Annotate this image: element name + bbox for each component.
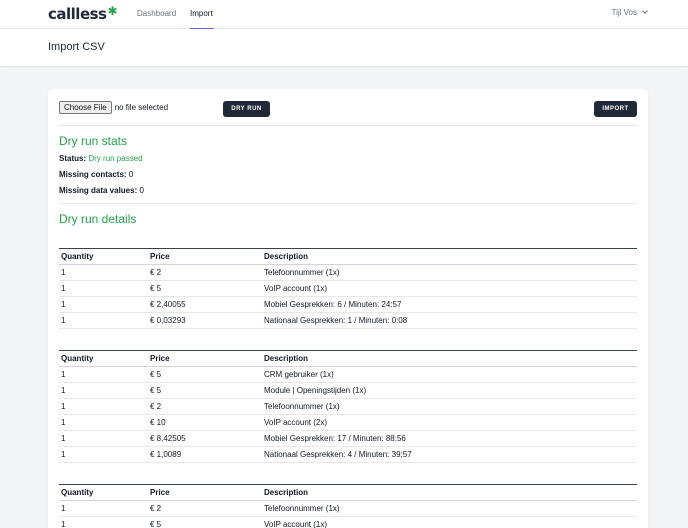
column-header-quantity: Quantity	[59, 484, 148, 501]
top-navbar: callless✱ Dashboard Import Tijl Vos	[0, 0, 688, 29]
user-name: Tijl Vos	[611, 8, 638, 17]
dry-run-stats-heading: Dry run stats	[59, 134, 128, 148]
price-cell: € 0,03293	[148, 312, 262, 329]
column-header-price: Price	[148, 248, 262, 265]
chevron-down-icon	[642, 8, 648, 14]
quantity-cell: 1	[59, 398, 148, 415]
price-cell: € 2	[148, 264, 262, 281]
table-row: 1 € 2 Telefoonnummer (1x)	[59, 398, 637, 415]
asterisk-icon: ✱	[107, 4, 118, 18]
price-cell: € 10	[148, 414, 262, 431]
column-header-quantity: Quantity	[59, 248, 148, 265]
table-row: 1 € 5 Module | Openingstijden (1x)	[59, 382, 637, 399]
table-row: 1 € 5 VoIP account (1x)	[59, 516, 637, 528]
column-header-price: Price	[148, 350, 262, 367]
description-cell: VoIP account (1x)	[262, 280, 637, 297]
table-row: 1 € 5 VoIP account (1x)	[59, 280, 637, 297]
choose-file-button[interactable]: Choose File	[59, 101, 112, 114]
column-header-description: Description	[262, 248, 637, 265]
details-table-3: Quantity Price Description 1 € 2 Telefoonn…	[59, 484, 637, 528]
details-table-1: Quantity Price Description 1 € 2 Telefoonn…	[59, 248, 637, 329]
logo-text: callless	[48, 5, 107, 23]
table-header-row: Quantity Price Description	[59, 350, 637, 367]
description-cell: VoIP account (2x)	[262, 414, 637, 431]
price-cell: € 1,0089	[148, 446, 262, 463]
price-cell: € 5	[148, 366, 262, 383]
table-row: 1 € 2,40055 Mobiel Gesprekken: 6 / Minuten…	[59, 296, 637, 313]
description-cell: Telefoonnummer (1x)	[262, 264, 637, 281]
description-cell: Mobiel Gesprekken: 17 / Minuten: 88:56	[262, 430, 637, 447]
missing-data-line: Missing data values: 0	[59, 186, 144, 195]
quantity-cell: 1	[59, 264, 148, 281]
price-cell: € 5	[148, 516, 262, 528]
import-button[interactable]: IMPORT	[594, 101, 637, 117]
description-cell: VoIP account (1x)	[262, 516, 637, 528]
missing-contacts-label: Missing contacts:	[59, 170, 127, 179]
missing-data-label: Missing data values:	[59, 186, 138, 195]
price-cell: € 5	[148, 280, 262, 297]
column-header-quantity: Quantity	[59, 350, 148, 367]
table-row: 1 € 10 VoIP account (2x)	[59, 414, 637, 431]
description-cell: CRM gebruiker (1x)	[262, 366, 637, 383]
dry-run-details-heading: Dry run details	[59, 212, 137, 226]
status-label: Status:	[59, 154, 87, 163]
page-header: Import CSV	[0, 29, 688, 66]
description-cell: Telefoonnummer (1x)	[262, 398, 637, 415]
import-card: Choose File no file selected DRY RUN IMP…	[48, 89, 648, 528]
price-cell: € 2	[148, 398, 262, 415]
details-table-2: Quantity Price Description 1 € 5 CRM gebru…	[59, 350, 637, 463]
table-header-row: Quantity Price Description	[59, 248, 637, 265]
divider	[59, 125, 637, 126]
divider	[59, 203, 637, 204]
dry-run-button[interactable]: DRY RUN	[223, 101, 270, 117]
price-cell: € 2	[148, 500, 262, 517]
user-menu[interactable]: Tijl Vos	[612, 8, 648, 17]
description-cell: Module | Openingstijden (1x)	[262, 382, 637, 399]
quantity-cell: 1	[59, 516, 148, 528]
quantity-cell: 1	[59, 414, 148, 431]
column-header-description: Description	[262, 350, 637, 367]
price-cell: € 8,42505	[148, 430, 262, 447]
table-header-row: Quantity Price Description	[59, 484, 637, 501]
file-input[interactable]: Choose File no file selected	[59, 101, 168, 114]
quantity-cell: 1	[59, 312, 148, 329]
missing-data-value: 0	[139, 186, 144, 195]
table-row: 1 € 0,03293 Nationaal Gesprekken: 1 / Minu…	[59, 312, 637, 329]
column-header-price: Price	[148, 484, 262, 501]
description-cell: Telefoonnummer (1x)	[262, 500, 637, 517]
price-cell: € 5	[148, 382, 262, 399]
quantity-cell: 1	[59, 382, 148, 399]
missing-contacts-line: Missing contacts: 0	[59, 170, 133, 179]
table-row: 1 € 1,0089 Nationaal Gesprekken: 4 / Minut…	[59, 446, 637, 463]
table-row: 1 € 5 CRM gebruiker (1x)	[59, 366, 637, 383]
quantity-cell: 1	[59, 280, 148, 297]
column-header-description: Description	[262, 484, 637, 501]
file-status: no file selected	[114, 103, 169, 112]
price-cell: € 2,40055	[148, 296, 262, 313]
quantity-cell: 1	[59, 296, 148, 313]
description-cell: Mobiel Gesprekken: 6 / Minuten: 24:57	[262, 296, 637, 313]
callless-logo[interactable]: callless✱	[48, 4, 118, 23]
quantity-cell: 1	[59, 500, 148, 517]
status-line: Status: Dry run passed	[59, 154, 143, 163]
description-cell: Nationaal Gesprekken: 4 / Minuten: 39:57	[262, 446, 637, 463]
quantity-cell: 1	[59, 366, 148, 383]
quantity-cell: 1	[59, 446, 148, 463]
table-row: 1 € 2 Telefoonnummer (1x)	[59, 500, 637, 517]
description-cell: Nationaal Gesprekken: 1 / Minuten: 0:08	[262, 312, 637, 329]
status-value: Dry run passed	[88, 154, 143, 163]
page-title: Import CSV	[48, 41, 105, 53]
nav-link-import[interactable]: Import	[190, 9, 214, 29]
missing-contacts-value: 0	[128, 170, 134, 179]
table-row: 1 € 8,42505 Mobiel Gesprekken: 17 / Minute…	[59, 430, 637, 447]
nav-link-dashboard[interactable]: Dashboard	[137, 9, 176, 29]
quantity-cell: 1	[59, 430, 148, 447]
table-row: 1 € 2 Telefoonnummer (1x)	[59, 264, 637, 281]
